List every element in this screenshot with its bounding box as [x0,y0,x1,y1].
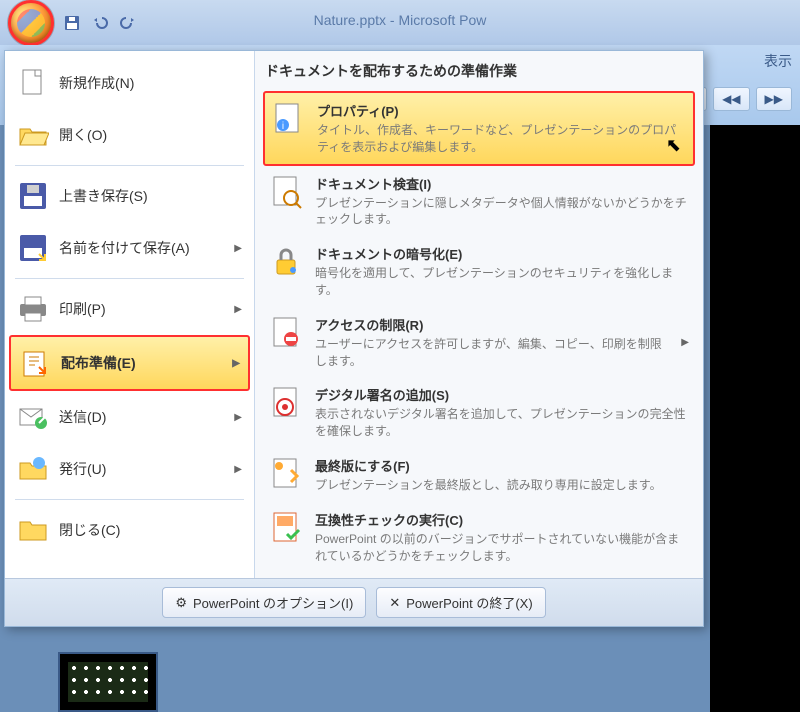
office-menu-left: 新規作成(N) 開く(O) 上書き保存(S) 名前を付けて保存(A) [5,51,255,578]
sub-properties-desc: タイトル、作成者、キーワードなど、プレゼンテーションのプロパティを表示および編集… [317,122,687,156]
sub-encrypt[interactable]: ドキュメントの暗号化(E) 暗号化を適用して、プレゼンテーションのセキュリティを… [263,236,695,307]
printer-icon [17,293,49,325]
indent-increase-button[interactable]: ▶▶ [756,87,792,111]
slide-area [710,125,800,712]
quick-access-toolbar [64,15,136,31]
menu-new[interactable]: 新規作成(N) [9,57,250,109]
send-icon [17,401,49,433]
tab-view[interactable]: 表示 [764,51,792,71]
sub-encrypt-title: ドキュメントの暗号化(E) [315,244,689,263]
chevron-right-icon: ▶ [681,337,689,348]
sub-restrict-title: アクセスの制限(R) [315,315,671,334]
options-label: PowerPoint のオプション(I) [193,593,353,612]
save-as-icon [17,232,49,264]
exit-label: PowerPoint の終了(X) [406,593,532,612]
svg-text:i: i [282,121,284,132]
office-menu-right: ドキュメントを配布するための準備作業 i プロパティ(P) タイトル、作成者、キ… [255,51,703,578]
ribbon-tabs: 表示 [764,51,792,71]
separator [15,278,244,279]
menu-publish[interactable]: 発行(U) ▶ [9,443,250,495]
menu-print[interactable]: 印刷(P) ▶ [9,283,250,335]
sub-inspect-desc: プレゼンテーションに隠しメタデータや個人情報がないかどうかをチェックします。 [315,195,689,229]
save-icon[interactable] [64,15,80,31]
menu-send-label: 送信(D) [59,407,224,427]
restrict-icon [269,315,305,351]
filename-label: Nature.pptx [314,12,386,28]
chevron-right-icon: ▶ [234,304,242,315]
office-menu-footer: ⚙ PowerPoint のオプション(I) ✕ PowerPoint の終了(… [5,578,703,626]
window-title: Nature.pptx - Microsoft Pow [314,12,487,28]
title-bar: Nature.pptx - Microsoft Pow [0,0,800,45]
menu-close[interactable]: 閉じる(C) [9,504,250,556]
app-name-label: Microsoft Pow [398,12,486,28]
compatibility-icon [269,510,305,546]
inspect-icon [269,174,305,210]
menu-publish-label: 発行(U) [59,459,224,479]
new-document-icon [17,67,49,99]
office-button[interactable] [8,0,54,46]
menu-saveas-label: 名前を付けて保存(A) [59,238,224,258]
sub-inspect[interactable]: ドキュメント検査(I) プレゼンテーションに隠しメタデータや個人情報がないかどう… [263,166,695,237]
close-icon: ✕ [389,595,400,611]
exit-button[interactable]: ✕ PowerPoint の終了(X) [376,587,545,618]
indent-decrease-button[interactable]: ◀◀ [713,87,749,111]
options-button[interactable]: ⚙ PowerPoint のオプション(I) [162,587,366,618]
office-menu: 新規作成(N) 開く(O) 上書き保存(S) 名前を付けて保存(A) [4,50,704,627]
sub-properties-title: プロパティ(P) [317,101,687,120]
save-icon [17,180,49,212]
menu-save-label: 上書き保存(S) [59,186,242,206]
sub-compat-desc: PowerPoint の以前のバージョンでサポートされていない機能が含まれている… [315,531,689,565]
menu-open-label: 開く(O) [59,125,242,145]
signature-icon [269,385,305,421]
sub-restrict-desc: ユーザーにアクセスを許可しますが、編集、コピー、印刷を制限します。 [315,336,671,370]
chevron-right-icon: ▶ [234,412,242,423]
menu-save[interactable]: 上書き保存(S) [9,170,250,222]
sub-final[interactable]: 最終版にする(F) プレゼンテーションを最終版とし、読み取り専用に設定します。 [263,448,695,502]
prepare-header: ドキュメントを配布するための準備作業 [263,57,695,91]
final-icon [269,456,305,492]
properties-icon: i [271,101,307,137]
sub-inspect-title: ドキュメント検査(I) [315,174,689,193]
menu-open[interactable]: 開く(O) [9,109,250,161]
menu-saveas[interactable]: 名前を付けて保存(A) ▶ [9,222,250,274]
slide-thumbnail[interactable] [58,652,158,712]
menu-prepare[interactable]: 配布準備(E) ▶ [9,335,250,391]
menu-close-label: 閉じる(C) [59,520,242,540]
close-folder-icon [17,514,49,546]
prepare-icon [19,347,51,379]
mouse-cursor-icon: ⬉ [666,135,681,156]
sub-signature[interactable]: デジタル署名の追加(S) 表示されないデジタル署名を追加して、プレゼンテーション… [263,377,695,448]
sub-signature-title: デジタル署名の追加(S) [315,385,689,404]
lock-icon [269,244,305,280]
sub-compat-title: 互換性チェックの実行(C) [315,510,689,529]
sub-final-title: 最終版にする(F) [315,456,689,475]
undo-icon[interactable] [92,15,108,31]
folder-open-icon [17,119,49,151]
sub-encrypt-desc: 暗号化を適用して、プレゼンテーションのセキュリティを強化します。 [315,265,689,299]
separator [15,499,244,500]
redo-icon[interactable] [120,15,136,31]
sub-restrict[interactable]: アクセスの制限(R) ユーザーにアクセスを許可しますが、編集、コピー、印刷を制限… [263,307,695,378]
sub-properties[interactable]: i プロパティ(P) タイトル、作成者、キーワードなど、プレゼンテーションのプロ… [263,91,695,166]
options-icon: ⚙ [175,595,187,611]
menu-new-label: 新規作成(N) [59,73,242,93]
chevron-right-icon: ▶ [234,243,242,254]
publish-icon [17,453,49,485]
chevron-right-icon: ▶ [234,464,242,475]
menu-prepare-label: 配布準備(E) [61,353,222,373]
sub-signature-desc: 表示されないデジタル署名を追加して、プレゼンテーションの完全性を確保します。 [315,406,689,440]
separator [15,165,244,166]
menu-send[interactable]: 送信(D) ▶ [9,391,250,443]
sub-final-desc: プレゼンテーションを最終版とし、読み取り専用に設定します。 [315,477,689,494]
chevron-right-icon: ▶ [232,358,240,369]
menu-print-label: 印刷(P) [59,299,224,319]
sub-compat[interactable]: 互換性チェックの実行(C) PowerPoint の以前のバージョンでサポートさ… [263,502,695,573]
